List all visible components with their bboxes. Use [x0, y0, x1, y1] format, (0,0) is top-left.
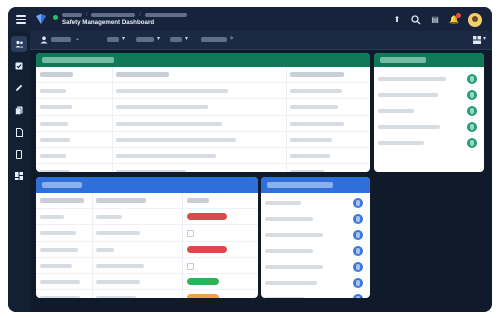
- table-row[interactable]: [36, 209, 258, 226]
- status-indicator: [53, 15, 58, 20]
- table-row[interactable]: [36, 83, 370, 100]
- panel-title: [42, 182, 82, 188]
- breadcrumb-item[interactable]: [62, 13, 82, 17]
- list-item[interactable]: [261, 259, 370, 275]
- list-item[interactable]: [261, 227, 370, 243]
- inspections-panel: [36, 177, 258, 298]
- status-chip[interactable]: [353, 278, 363, 288]
- status-chip[interactable]: [467, 74, 477, 84]
- bell-icon[interactable]: 🔔: [449, 13, 461, 25]
- chat-icon[interactable]: ▤: [430, 15, 440, 25]
- list-item[interactable]: [374, 103, 484, 119]
- incidents-panel: [36, 53, 370, 172]
- view-selector[interactable]: [51, 37, 71, 42]
- table-row[interactable]: [36, 164, 370, 172]
- tablet-icon[interactable]: [11, 146, 27, 162]
- chevron-down-icon[interactable]: ▾: [483, 36, 486, 42]
- panel-title: [42, 57, 114, 63]
- breadcrumb: / /: [62, 12, 187, 18]
- status-chip[interactable]: [353, 294, 363, 298]
- list-item[interactable]: [261, 243, 370, 259]
- top-bar: / / Safety Management Dashboard ⬆ ▤ 🔔: [8, 7, 492, 31]
- page-title: Safety Management Dashboard: [62, 19, 155, 26]
- status-chip[interactable]: [353, 262, 363, 272]
- status-chip[interactable]: [467, 138, 477, 148]
- chevron-down-icon[interactable]: ▾: [157, 36, 160, 42]
- breadcrumb-item[interactable]: [91, 13, 136, 17]
- hamburger-menu-icon[interactable]: [16, 15, 26, 24]
- documents-icon[interactable]: [11, 102, 27, 118]
- filter-dropdown[interactable]: [136, 37, 154, 42]
- panel-header: [36, 177, 258, 193]
- status-chip[interactable]: [467, 122, 477, 132]
- settings-icon[interactable]: ✧: [229, 36, 234, 42]
- app-logo-icon: [36, 14, 46, 24]
- status-chip[interactable]: [353, 214, 363, 224]
- panel-header: [36, 53, 370, 67]
- status-badge: [187, 294, 219, 298]
- sidebar: [8, 31, 30, 312]
- status-badge: [187, 277, 219, 285]
- table-row[interactable]: [36, 242, 258, 258]
- filter-dropdown[interactable]: [107, 37, 119, 42]
- checkbox-icon[interactable]: [11, 58, 27, 74]
- panel-header: [374, 53, 484, 67]
- panel-title: [267, 182, 333, 188]
- avatar[interactable]: [468, 13, 482, 27]
- list-item[interactable]: [261, 275, 370, 291]
- file-icon[interactable]: [11, 124, 27, 140]
- notification-badge: [456, 13, 461, 18]
- filter-toolbar: ⌄ ▾ ▾ ▾ ✧ ▾: [30, 31, 492, 50]
- users-icon[interactable]: [11, 36, 27, 52]
- app-window: / / Safety Management Dashboard ⬆ ▤ 🔔 ⌄ …: [8, 7, 492, 312]
- chevron-down-icon[interactable]: ⌄: [75, 36, 80, 42]
- list-item[interactable]: [261, 291, 370, 298]
- panel-header: [261, 177, 370, 193]
- table-row[interactable]: [36, 258, 258, 274]
- panel-title: [380, 57, 426, 63]
- breadcrumb-item[interactable]: [144, 13, 187, 17]
- table-row[interactable]: [36, 116, 370, 132]
- status-checkbox[interactable]: [187, 262, 194, 270]
- list-item[interactable]: [261, 195, 370, 211]
- table-row[interactable]: [36, 290, 258, 298]
- status-chip[interactable]: [467, 90, 477, 100]
- list-item[interactable]: [261, 211, 370, 227]
- list-item[interactable]: [374, 71, 484, 87]
- dashboard-icon[interactable]: [11, 168, 27, 184]
- date-filter[interactable]: [201, 37, 227, 42]
- table-header: [36, 67, 370, 84]
- layout-icon[interactable]: [473, 36, 481, 44]
- search-icon[interactable]: [411, 15, 421, 25]
- status-badge: [187, 245, 227, 253]
- user-icon: [40, 36, 48, 44]
- list-item[interactable]: [374, 135, 484, 151]
- table-row[interactable]: [36, 99, 370, 116]
- table-row[interactable]: [36, 225, 258, 242]
- list-item[interactable]: [374, 119, 484, 135]
- chevron-down-icon[interactable]: ▾: [122, 36, 125, 42]
- status-chip[interactable]: [353, 230, 363, 240]
- status-checkbox[interactable]: [187, 230, 194, 238]
- up-arrow-icon[interactable]: ⬆: [392, 15, 402, 25]
- team-panel: [261, 177, 370, 298]
- status-chip[interactable]: [467, 106, 477, 116]
- pencil-icon[interactable]: [11, 80, 27, 96]
- table-header: [36, 193, 258, 210]
- status-badge: [187, 213, 227, 221]
- table-row[interactable]: [36, 148, 370, 165]
- status-chip[interactable]: [353, 198, 363, 208]
- list-item[interactable]: [374, 87, 484, 103]
- actions-panel: [374, 53, 484, 172]
- chevron-down-icon[interactable]: ▾: [185, 36, 188, 42]
- table-row[interactable]: [36, 132, 370, 148]
- filter-dropdown[interactable]: [170, 37, 182, 42]
- status-chip[interactable]: [353, 246, 363, 256]
- table-row[interactable]: [36, 274, 258, 291]
